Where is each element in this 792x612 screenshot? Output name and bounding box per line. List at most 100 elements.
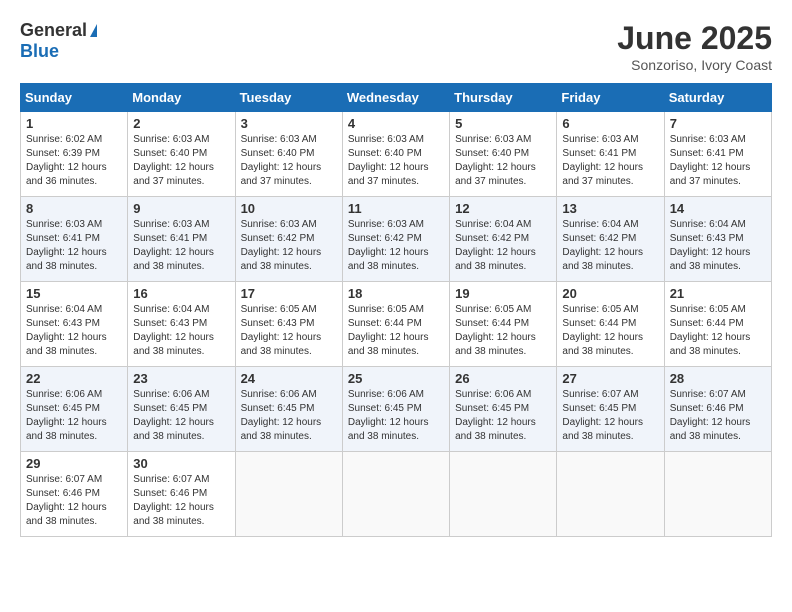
calendar-cell: 9 Sunrise: 6:03 AM Sunset: 6:41 PM Dayli…: [128, 197, 235, 282]
day-info: Sunrise: 6:03 AM Sunset: 6:42 PM Dayligh…: [348, 218, 444, 274]
header-saturday: Saturday: [664, 84, 771, 112]
day-info: Sunrise: 6:03 AM Sunset: 6:40 PM Dayligh…: [455, 133, 551, 189]
calendar-week-row: 29 Sunrise: 6:07 AM Sunset: 6:46 PM Dayl…: [21, 452, 772, 537]
calendar-cell: [342, 452, 449, 537]
calendar-cell: 23 Sunrise: 6:06 AM Sunset: 6:45 PM Dayl…: [128, 367, 235, 452]
day-number: 1: [26, 116, 122, 131]
header-sunday: Sunday: [21, 84, 128, 112]
calendar-cell: 2 Sunrise: 6:03 AM Sunset: 6:40 PM Dayli…: [128, 112, 235, 197]
day-number: 5: [455, 116, 551, 131]
calendar-header-row: Sunday Monday Tuesday Wednesday Thursday…: [21, 84, 772, 112]
calendar-cell: 6 Sunrise: 6:03 AM Sunset: 6:41 PM Dayli…: [557, 112, 664, 197]
day-number: 18: [348, 286, 444, 301]
day-info: Sunrise: 6:03 AM Sunset: 6:41 PM Dayligh…: [562, 133, 658, 189]
calendar-cell: 12 Sunrise: 6:04 AM Sunset: 6:42 PM Dayl…: [450, 197, 557, 282]
day-info: Sunrise: 6:03 AM Sunset: 6:40 PM Dayligh…: [133, 133, 229, 189]
calendar-cell: 26 Sunrise: 6:06 AM Sunset: 6:45 PM Dayl…: [450, 367, 557, 452]
calendar-cell: 15 Sunrise: 6:04 AM Sunset: 6:43 PM Dayl…: [21, 282, 128, 367]
calendar-cell: 13 Sunrise: 6:04 AM Sunset: 6:42 PM Dayl…: [557, 197, 664, 282]
logo-general-text: General: [20, 20, 87, 41]
calendar-cell: 29 Sunrise: 6:07 AM Sunset: 6:46 PM Dayl…: [21, 452, 128, 537]
day-info: Sunrise: 6:06 AM Sunset: 6:45 PM Dayligh…: [26, 388, 122, 444]
day-number: 23: [133, 371, 229, 386]
calendar-cell: 14 Sunrise: 6:04 AM Sunset: 6:43 PM Dayl…: [664, 197, 771, 282]
day-number: 29: [26, 456, 122, 471]
calendar-cell: 30 Sunrise: 6:07 AM Sunset: 6:46 PM Dayl…: [128, 452, 235, 537]
day-number: 7: [670, 116, 766, 131]
day-info: Sunrise: 6:04 AM Sunset: 6:42 PM Dayligh…: [455, 218, 551, 274]
calendar-week-row: 15 Sunrise: 6:04 AM Sunset: 6:43 PM Dayl…: [21, 282, 772, 367]
day-info: Sunrise: 6:04 AM Sunset: 6:43 PM Dayligh…: [670, 218, 766, 274]
day-info: Sunrise: 6:07 AM Sunset: 6:46 PM Dayligh…: [670, 388, 766, 444]
day-number: 9: [133, 201, 229, 216]
day-number: 16: [133, 286, 229, 301]
day-number: 13: [562, 201, 658, 216]
day-number: 25: [348, 371, 444, 386]
calendar-table: Sunday Monday Tuesday Wednesday Thursday…: [20, 83, 772, 537]
calendar-cell: 11 Sunrise: 6:03 AM Sunset: 6:42 PM Dayl…: [342, 197, 449, 282]
day-number: 12: [455, 201, 551, 216]
day-info: Sunrise: 6:03 AM Sunset: 6:40 PM Dayligh…: [348, 133, 444, 189]
day-number: 15: [26, 286, 122, 301]
logo-triangle-icon: [90, 24, 97, 37]
calendar-cell: 20 Sunrise: 6:05 AM Sunset: 6:44 PM Dayl…: [557, 282, 664, 367]
day-info: Sunrise: 6:04 AM Sunset: 6:43 PM Dayligh…: [26, 303, 122, 359]
day-number: 28: [670, 371, 766, 386]
day-info: Sunrise: 6:07 AM Sunset: 6:46 PM Dayligh…: [133, 473, 229, 529]
day-number: 17: [241, 286, 337, 301]
day-number: 30: [133, 456, 229, 471]
calendar-cell: [450, 452, 557, 537]
calendar-cell: 10 Sunrise: 6:03 AM Sunset: 6:42 PM Dayl…: [235, 197, 342, 282]
day-info: Sunrise: 6:06 AM Sunset: 6:45 PM Dayligh…: [241, 388, 337, 444]
day-info: Sunrise: 6:07 AM Sunset: 6:46 PM Dayligh…: [26, 473, 122, 529]
day-number: 24: [241, 371, 337, 386]
logo-blue-text: Blue: [20, 41, 59, 62]
calendar-cell: 21 Sunrise: 6:05 AM Sunset: 6:44 PM Dayl…: [664, 282, 771, 367]
calendar-cell: 19 Sunrise: 6:05 AM Sunset: 6:44 PM Dayl…: [450, 282, 557, 367]
day-number: 8: [26, 201, 122, 216]
day-info: Sunrise: 6:03 AM Sunset: 6:41 PM Dayligh…: [133, 218, 229, 274]
day-info: Sunrise: 6:05 AM Sunset: 6:43 PM Dayligh…: [241, 303, 337, 359]
day-number: 19: [455, 286, 551, 301]
calendar-cell: 5 Sunrise: 6:03 AM Sunset: 6:40 PM Dayli…: [450, 112, 557, 197]
day-info: Sunrise: 6:04 AM Sunset: 6:43 PM Dayligh…: [133, 303, 229, 359]
day-info: Sunrise: 6:03 AM Sunset: 6:41 PM Dayligh…: [26, 218, 122, 274]
calendar-cell: 16 Sunrise: 6:04 AM Sunset: 6:43 PM Dayl…: [128, 282, 235, 367]
header-thursday: Thursday: [450, 84, 557, 112]
day-info: Sunrise: 6:03 AM Sunset: 6:41 PM Dayligh…: [670, 133, 766, 189]
day-info: Sunrise: 6:05 AM Sunset: 6:44 PM Dayligh…: [348, 303, 444, 359]
day-info: Sunrise: 6:07 AM Sunset: 6:45 PM Dayligh…: [562, 388, 658, 444]
header-wednesday: Wednesday: [342, 84, 449, 112]
day-number: 2: [133, 116, 229, 131]
calendar-cell: 8 Sunrise: 6:03 AM Sunset: 6:41 PM Dayli…: [21, 197, 128, 282]
calendar-cell: 28 Sunrise: 6:07 AM Sunset: 6:46 PM Dayl…: [664, 367, 771, 452]
day-number: 22: [26, 371, 122, 386]
day-number: 26: [455, 371, 551, 386]
calendar-week-row: 1 Sunrise: 6:02 AM Sunset: 6:39 PM Dayli…: [21, 112, 772, 197]
calendar-week-row: 22 Sunrise: 6:06 AM Sunset: 6:45 PM Dayl…: [21, 367, 772, 452]
calendar-week-row: 8 Sunrise: 6:03 AM Sunset: 6:41 PM Dayli…: [21, 197, 772, 282]
day-number: 21: [670, 286, 766, 301]
day-number: 6: [562, 116, 658, 131]
day-info: Sunrise: 6:03 AM Sunset: 6:42 PM Dayligh…: [241, 218, 337, 274]
calendar-cell: 1 Sunrise: 6:02 AM Sunset: 6:39 PM Dayli…: [21, 112, 128, 197]
day-number: 10: [241, 201, 337, 216]
day-info: Sunrise: 6:05 AM Sunset: 6:44 PM Dayligh…: [670, 303, 766, 359]
calendar-cell: 3 Sunrise: 6:03 AM Sunset: 6:40 PM Dayli…: [235, 112, 342, 197]
calendar-cell: 25 Sunrise: 6:06 AM Sunset: 6:45 PM Dayl…: [342, 367, 449, 452]
day-info: Sunrise: 6:06 AM Sunset: 6:45 PM Dayligh…: [348, 388, 444, 444]
calendar-cell: 22 Sunrise: 6:06 AM Sunset: 6:45 PM Dayl…: [21, 367, 128, 452]
calendar-cell: [235, 452, 342, 537]
day-number: 27: [562, 371, 658, 386]
day-info: Sunrise: 6:02 AM Sunset: 6:39 PM Dayligh…: [26, 133, 122, 189]
calendar-cell: [664, 452, 771, 537]
calendar-cell: 17 Sunrise: 6:05 AM Sunset: 6:43 PM Dayl…: [235, 282, 342, 367]
page-header: General Blue June 2025 Sonzoriso, Ivory …: [20, 20, 772, 73]
day-number: 11: [348, 201, 444, 216]
day-number: 20: [562, 286, 658, 301]
calendar-cell: 24 Sunrise: 6:06 AM Sunset: 6:45 PM Dayl…: [235, 367, 342, 452]
calendar-cell: 7 Sunrise: 6:03 AM Sunset: 6:41 PM Dayli…: [664, 112, 771, 197]
calendar-cell: 27 Sunrise: 6:07 AM Sunset: 6:45 PM Dayl…: [557, 367, 664, 452]
calendar-title: June 2025: [617, 20, 772, 57]
calendar-subtitle: Sonzoriso, Ivory Coast: [617, 57, 772, 73]
